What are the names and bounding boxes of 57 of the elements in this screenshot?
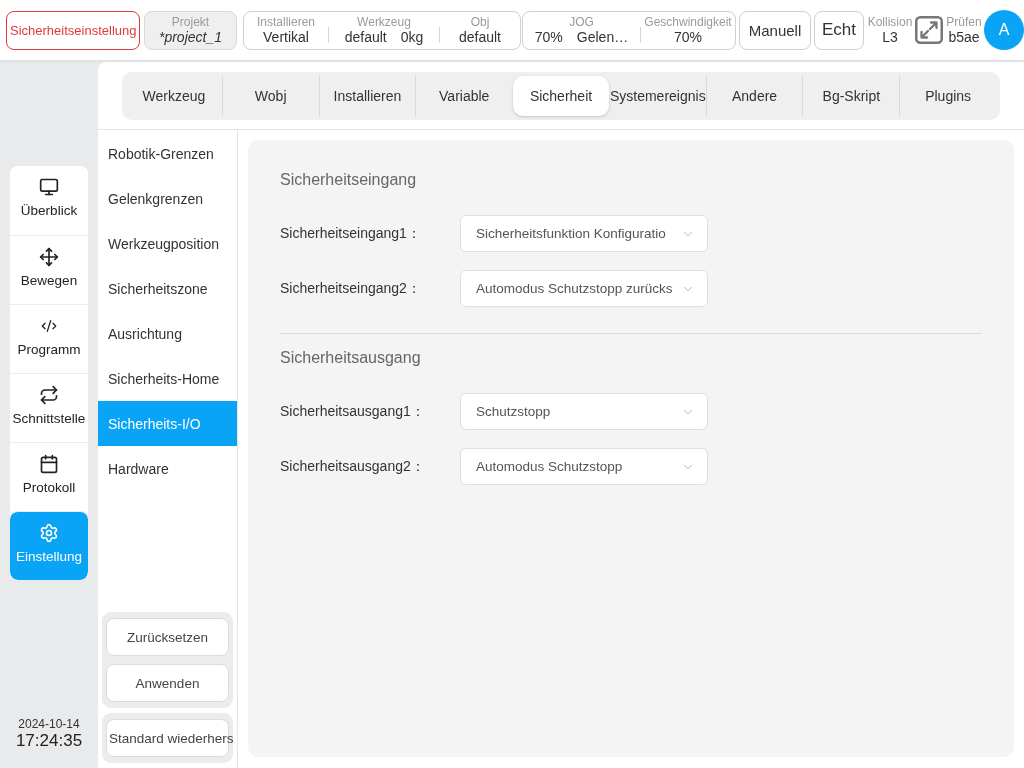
menu-item[interactable]: Sicherheitszone xyxy=(98,266,237,311)
tab[interactable]: Wobj xyxy=(222,76,319,116)
menu-item[interactable]: Sicherheits-Home xyxy=(98,356,237,401)
status-label: Werkzeug xyxy=(357,15,411,29)
field-label: Sicherheitsausgang2： xyxy=(280,457,426,476)
section-title: Sicherheitseingang xyxy=(280,170,418,190)
select-field[interactable]: Schutzstopp xyxy=(460,393,708,430)
operation-mode-button[interactable]: Manuell xyxy=(739,10,811,50)
field-label: Sicherheitsausgang1： xyxy=(280,402,426,421)
menu-item[interactable]: Robotik-Grenzen xyxy=(98,131,237,176)
tab[interactable]: Plugins xyxy=(900,76,997,116)
status-value: Vertikal xyxy=(263,29,309,46)
collision-label: Kollision xyxy=(867,14,913,29)
menu-item[interactable]: Gelenkgrenzen xyxy=(98,176,237,221)
section-title: Sicherheitsausgang xyxy=(280,348,422,368)
real-mode-button[interactable]: Echt xyxy=(814,10,864,50)
tab[interactable]: Andere xyxy=(706,76,803,116)
select-field[interactable]: Automodus Schutzstopp zurücks xyxy=(460,270,708,307)
check-value: b5ae xyxy=(948,28,980,46)
select-field[interactable]: Sicherheitsfunktion Konfiguratio xyxy=(460,215,708,252)
apply-button[interactable]: Anwenden xyxy=(106,664,229,702)
project-button[interactable]: Projekt *project_1 xyxy=(144,10,237,50)
field-label: Sicherheitseingang1： xyxy=(280,224,422,243)
tab[interactable]: Sicherheit xyxy=(513,76,609,116)
field-label: Sicherheitseingang2： xyxy=(280,279,422,298)
status-value: Gelen… xyxy=(576,29,629,46)
tab[interactable]: Systemereignis xyxy=(609,76,706,116)
status-value: 70% xyxy=(534,29,563,46)
status-value: 70% xyxy=(674,29,702,46)
status-value: default xyxy=(458,29,501,46)
monitor-icon xyxy=(39,177,59,197)
status-label: Obj xyxy=(470,15,490,29)
status-value: default xyxy=(344,29,387,46)
move-arrows-icon xyxy=(39,247,59,267)
menu-item[interactable]: Ausrichtung xyxy=(98,311,237,356)
menu-item[interactable]: Werkzeugposition xyxy=(98,221,237,266)
time-text: 17:24:35 xyxy=(15,731,83,750)
expand-icon[interactable] xyxy=(915,16,943,44)
settings-icon xyxy=(39,523,59,543)
tab[interactable]: Installieren xyxy=(319,76,416,116)
calendar-icon xyxy=(39,454,59,474)
tab[interactable]: Bg-Skript xyxy=(803,76,900,116)
status-value: 0kg xyxy=(400,29,424,46)
tab[interactable]: Variable xyxy=(416,76,513,116)
status-label: Installieren xyxy=(257,15,315,29)
select-field[interactable]: Automodus Schutzstopp xyxy=(460,448,708,485)
date-text: 2024-10-14 xyxy=(18,717,80,731)
menu-item[interactable]: Hardware xyxy=(98,446,237,491)
code-icon xyxy=(41,318,57,334)
collision-value: L3 xyxy=(882,28,898,46)
reset-button[interactable]: Zurücksetzen xyxy=(106,618,229,656)
repeat-arrows-icon xyxy=(39,385,59,405)
check-label: Prüfen xyxy=(946,14,982,29)
status-label: Geschwindigkeit xyxy=(644,15,732,29)
safety-mode-button[interactable]: Sicherheitseinstellung xyxy=(6,10,140,50)
tab[interactable]: Werkzeug xyxy=(126,76,222,116)
status-label: JOG xyxy=(569,15,594,29)
